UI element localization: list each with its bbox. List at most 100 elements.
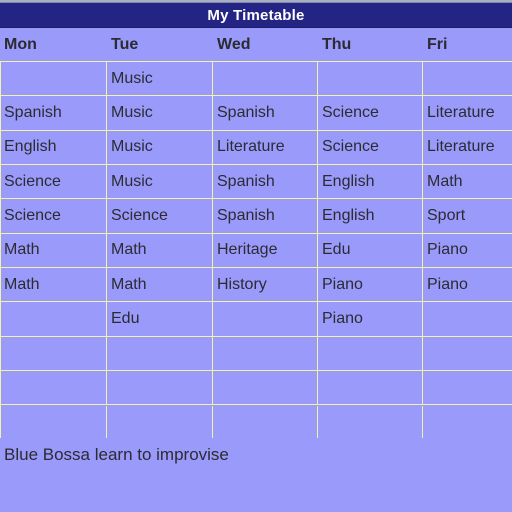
- column-header-thu: Thu: [318, 28, 423, 61]
- timetable-cell[interactable]: Literature: [423, 96, 512, 131]
- timetable-cell[interactable]: Science: [107, 199, 213, 234]
- timetable-cell-label: Spanish: [4, 104, 62, 122]
- timetable-cell-label: Literature: [427, 104, 495, 122]
- timetable-cell[interactable]: Science: [318, 96, 423, 131]
- timetable-cell[interactable]: Math: [107, 233, 213, 269]
- timetable-cell[interactable]: Spanish: [213, 199, 318, 234]
- timetable-cell[interactable]: [107, 405, 213, 438]
- timetable-cell[interactable]: [423, 371, 512, 406]
- timetable-cell[interactable]: English: [0, 130, 107, 166]
- timetable-cell[interactable]: Literature: [213, 130, 318, 166]
- timetable-cell-label: Math: [111, 241, 147, 259]
- timetable-cell[interactable]: Piano: [318, 268, 423, 303]
- timetable-cell[interactable]: Edu: [107, 302, 213, 337]
- timetable-cell[interactable]: [318, 62, 423, 97]
- timetable-cell[interactable]: Heritage: [213, 233, 318, 269]
- footer-note: Blue Bossa learn to improvise: [0, 444, 512, 512]
- timetable-cell[interactable]: Math: [423, 165, 512, 200]
- timetable-cell[interactable]: [0, 62, 107, 97]
- timetable-cell-label: Math: [4, 241, 40, 259]
- column-header-label: Fri: [427, 35, 448, 53]
- timetable-cell[interactable]: [423, 302, 512, 337]
- timetable-cell-label: Piano: [427, 275, 468, 293]
- timetable-cell-label: Edu: [322, 241, 351, 259]
- timetable-grid: Music Spanish Music Spanish Science Literatur…: [0, 61, 512, 438]
- timetable-cell-label: Science: [322, 138, 379, 156]
- timetable-cell[interactable]: [423, 62, 512, 97]
- app-title: My Timetable: [207, 6, 305, 24]
- timetable-cell-label: Math: [111, 275, 147, 293]
- column-header-wed: Wed: [213, 28, 318, 61]
- timetable-cell[interactable]: Piano: [423, 268, 512, 303]
- timetable-cell[interactable]: Spanish: [0, 96, 107, 131]
- column-header-label: Tue: [111, 35, 139, 53]
- timetable-cell[interactable]: Science: [318, 130, 423, 166]
- timetable-cell-label: English: [4, 138, 57, 156]
- day-header-row: Mon Tue Wed Thu Fri: [0, 28, 512, 61]
- timetable-cell-label: Spanish: [217, 172, 275, 190]
- column-header-tue: Tue: [107, 28, 213, 61]
- timetable-cell[interactable]: [0, 371, 107, 406]
- timetable-cell-label: Edu: [111, 310, 140, 328]
- timetable-cell[interactable]: Piano: [318, 302, 423, 337]
- timetable-cell[interactable]: English: [318, 165, 423, 200]
- timetable-cell-label: Music: [111, 104, 153, 122]
- timetable-cell-label: Science: [322, 104, 379, 122]
- timetable-cell[interactable]: Music: [107, 130, 213, 166]
- timetable-cell-label: Math: [4, 275, 40, 293]
- timetable-cell-label: English: [322, 207, 375, 225]
- timetable-cell[interactable]: Music: [107, 165, 213, 200]
- timetable-cell-label: Piano: [322, 275, 363, 293]
- timetable-cell[interactable]: [318, 405, 423, 438]
- timetable-cell-label: History: [217, 275, 267, 293]
- footer-note-text: Blue Bossa learn to improvise: [4, 444, 229, 464]
- timetable-cell[interactable]: [318, 336, 423, 372]
- timetable-cell[interactable]: Music: [107, 62, 213, 97]
- timetable-cell-label: Music: [111, 69, 153, 87]
- timetable-cell[interactable]: [107, 336, 213, 372]
- timetable-cell[interactable]: Edu: [318, 233, 423, 269]
- timetable-cell[interactable]: Sport: [423, 199, 512, 234]
- timetable-cell[interactable]: Spanish: [213, 96, 318, 131]
- column-header-label: Wed: [217, 35, 251, 53]
- timetable-cell[interactable]: [318, 371, 423, 406]
- timetable-cell[interactable]: [213, 405, 318, 438]
- timetable-cell[interactable]: [423, 337, 512, 372]
- column-header-mon: Mon: [0, 28, 107, 61]
- timetable-cell[interactable]: Math: [0, 233, 107, 269]
- timetable-cell[interactable]: Spanish: [213, 165, 318, 200]
- timetable-cell[interactable]: [0, 336, 107, 372]
- timetable-cell-label: Piano: [427, 241, 468, 259]
- timetable-cell[interactable]: Literature: [423, 131, 512, 166]
- timetable-cell-label: Piano: [322, 310, 363, 328]
- timetable-app: My Timetable Mon Tue Wed Thu Fri Music Spanis…: [0, 0, 512, 512]
- timetable-cell[interactable]: Math: [107, 268, 213, 303]
- timetable-cell-label: Science: [4, 207, 61, 225]
- timetable-cell[interactable]: [213, 371, 318, 406]
- timetable-cell[interactable]: History: [213, 268, 318, 303]
- column-header-fri: Fri: [423, 28, 512, 61]
- timetable-cell[interactable]: Music: [107, 96, 213, 131]
- timetable-cell[interactable]: [213, 302, 318, 337]
- timetable-cell-label: Sport: [427, 207, 466, 225]
- timetable-cell[interactable]: [0, 405, 107, 438]
- timetable-cell-label: Spanish: [217, 104, 275, 122]
- column-header-label: Thu: [322, 35, 352, 53]
- timetable-cell[interactable]: Piano: [423, 234, 512, 269]
- timetable-cell-label: Literature: [217, 138, 285, 156]
- timetable-cell[interactable]: [107, 371, 213, 406]
- timetable-cell-label: Science: [111, 207, 168, 225]
- timetable-cell[interactable]: Math: [0, 268, 107, 303]
- timetable-cell-label: Heritage: [217, 241, 278, 259]
- timetable-cell[interactable]: [0, 302, 107, 337]
- timetable-cell-label: Music: [111, 172, 153, 190]
- timetable-cell[interactable]: [213, 62, 318, 97]
- timetable-cell[interactable]: [423, 406, 512, 439]
- timetable-cell-label: Music: [111, 138, 153, 156]
- timetable-cell[interactable]: [213, 336, 318, 372]
- timetable-cell[interactable]: English: [318, 199, 423, 234]
- timetable-cell[interactable]: Science: [0, 199, 107, 234]
- titlebar: My Timetable: [0, 3, 512, 28]
- timetable-cell-label: Spanish: [217, 207, 275, 225]
- timetable-cell[interactable]: Science: [0, 165, 107, 200]
